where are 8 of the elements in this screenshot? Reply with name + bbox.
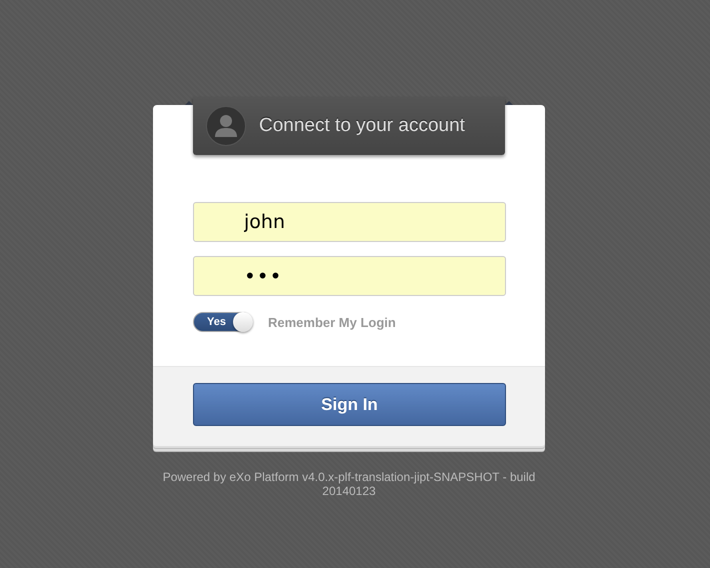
remember-label: Remember My Login [268,314,396,330]
remember-toggle[interactable]: Yes [193,312,253,332]
login-title: Connect to your account [259,115,465,137]
username-field[interactable]: john [193,202,506,242]
version-text: Powered by eXo Platform v4.0.x-plf-translation-jipt-SNAPSHOT - build 20140123 [162,470,536,498]
sign-in-button[interactable]: Sign In [193,383,506,426]
password-field[interactable]: ••• [193,256,506,296]
user-avatar-icon [206,106,246,146]
